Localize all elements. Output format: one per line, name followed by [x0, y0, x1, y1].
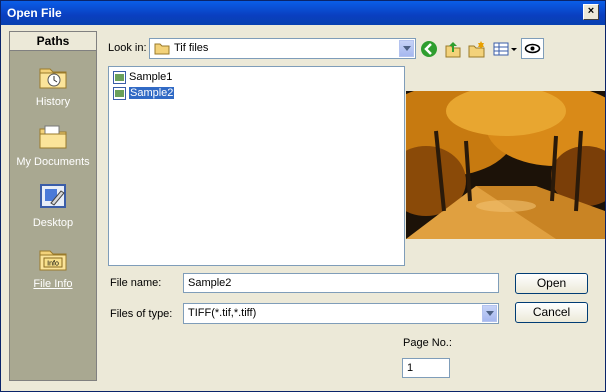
open-file-dialog: Open File × Paths History My Documents D…	[0, 0, 606, 392]
file-type-label: Files of type:	[110, 308, 173, 320]
close-button[interactable]: ×	[583, 4, 599, 20]
autumn-road-image	[406, 91, 605, 239]
paths-sidebar: Paths History My Documents Desktop Info …	[9, 31, 97, 381]
file-name-text: Sample1	[129, 71, 173, 83]
svg-text:Info: Info	[47, 261, 59, 268]
file-info-icon: Info	[39, 250, 67, 271]
file-name-value: Sample2	[188, 277, 232, 289]
look-in-label: Look in:	[108, 42, 147, 54]
page-number-label: Page No.:	[403, 337, 452, 349]
title-bar[interactable]: Open File ×	[1, 1, 605, 25]
chevron-down-icon[interactable]	[482, 305, 497, 322]
view-menu-icon[interactable]	[492, 39, 518, 59]
image-preview	[406, 91, 605, 239]
open-button[interactable]: Open	[515, 273, 588, 294]
paths-header: Paths	[10, 32, 96, 51]
back-icon[interactable]	[419, 39, 439, 59]
sidebar-item-label: History	[35, 96, 71, 108]
page-number-field[interactable]: 1	[402, 358, 450, 378]
my-documents-folder-icon	[39, 125, 67, 149]
new-folder-icon[interactable]	[467, 39, 487, 59]
sidebar-item-desktop[interactable]: Desktop	[10, 181, 96, 229]
image-file-icon	[113, 71, 126, 84]
sidebar-item-history[interactable]: History	[10, 60, 96, 108]
desktop-icon	[40, 184, 66, 208]
chevron-down-icon[interactable]	[399, 40, 414, 57]
file-type-value: TIFF(*.tif,*.tiff)	[188, 307, 257, 319]
look-in-value: Tif files	[174, 42, 209, 54]
sidebar-item-label: My Documents	[16, 156, 90, 168]
image-file-icon	[113, 87, 126, 100]
file-list[interactable]: Sample1 Sample2	[108, 66, 405, 266]
history-folder-icon	[39, 68, 67, 89]
up-folder-icon[interactable]	[443, 39, 463, 59]
list-item[interactable]: Sample2	[113, 86, 175, 101]
eye-icon	[524, 43, 541, 54]
file-name-label: File name:	[110, 277, 162, 289]
folder-icon	[154, 43, 170, 55]
sidebar-item-label: File Info	[33, 278, 73, 290]
sidebar-item-my-documents[interactable]: My Documents	[10, 120, 96, 168]
look-in-combo[interactable]: Tif files	[149, 38, 416, 59]
window-title: Open File	[7, 6, 62, 20]
sidebar-item-label: Desktop	[32, 217, 74, 229]
cancel-button[interactable]: Cancel	[515, 302, 588, 323]
file-name-field[interactable]: Sample2	[183, 273, 499, 293]
file-type-combo[interactable]: TIFF(*.tif,*.tiff)	[183, 303, 499, 324]
file-name-text: Sample2	[129, 87, 175, 99]
preview-toggle-button[interactable]	[521, 38, 544, 59]
sidebar-item-file-info[interactable]: Info File Info	[10, 242, 96, 290]
close-icon: ×	[587, 5, 595, 17]
page-number-value: 1	[407, 362, 414, 374]
list-item[interactable]: Sample1	[113, 70, 172, 85]
